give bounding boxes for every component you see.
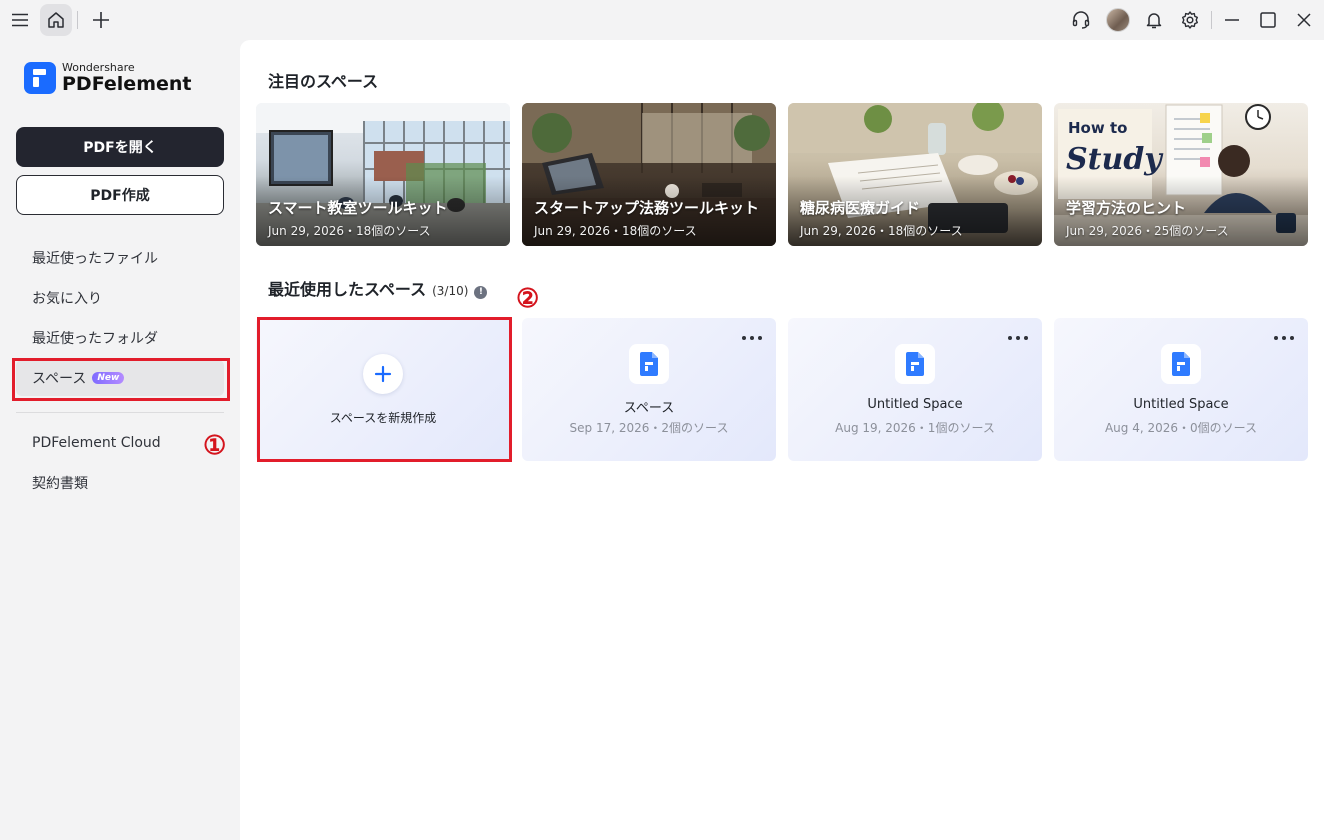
app-logo: Wondershare PDFelement [24, 62, 191, 94]
sidebar-item-label: PDFelement Cloud [32, 435, 161, 451]
tab-divider [77, 11, 78, 29]
featured-space-title: 糖尿病医療ガイド [800, 199, 921, 217]
recent-spaces-count: (3/10) [432, 284, 469, 298]
featured-space-meta: Jun 29, 2026・25個のソース [1066, 224, 1229, 238]
featured-space-meta: Jun 29, 2026・18個のソース [268, 224, 431, 238]
sidebar-item-label: 最近使ったフォルダ [32, 331, 158, 347]
new-tab-button[interactable] [85, 4, 117, 36]
annotation-highlight-create-space [257, 317, 512, 462]
sidebar-item-label: 契約書類 [32, 476, 88, 492]
annotation-highlight-spaces [12, 358, 230, 401]
sidebar-item-cloud[interactable]: PDFelement Cloud [16, 425, 224, 461]
logo-product: PDFelement [62, 73, 192, 95]
space-meta: Aug 19, 2026・1個のソース [835, 421, 995, 435]
create-pdf-button[interactable]: PDF作成 [16, 175, 224, 215]
featured-space-title: 学習方法のヒント [1066, 199, 1187, 217]
space-card[interactable]: Untitled Space Aug 19, 2026・1個のソース [788, 318, 1042, 461]
home-tab[interactable] [40, 4, 72, 36]
featured-space-card[interactable]: 糖尿病医療ガイド Jun 29, 2026・18個のソース [788, 103, 1042, 246]
study-poster-line1: How to [1068, 119, 1127, 137]
space-card[interactable]: スペース Sep 17, 2026・2個のソース [522, 318, 776, 461]
window-controls-divider [1211, 11, 1212, 29]
space-document-icon [1161, 344, 1201, 384]
annotation-step-2: ② [516, 284, 540, 314]
sidebar-item-favorites[interactable]: お気に入り [16, 280, 224, 316]
featured-space-card[interactable]: スタートアップ法務ツールキット Jun 29, 2026・18個のソース [522, 103, 776, 246]
home-icon [48, 12, 64, 28]
annotation-step-1: ① [203, 431, 227, 461]
menu-button[interactable] [4, 4, 36, 36]
space-document-icon [629, 344, 669, 384]
account-button[interactable] [1102, 4, 1134, 36]
sidebar-item-contracts[interactable]: 契約書類 [16, 465, 224, 501]
logo-brand: Wondershare [62, 61, 135, 74]
featured-space-meta: Jun 29, 2026・18個のソース [800, 224, 963, 238]
support-button[interactable] [1065, 4, 1097, 36]
gear-icon [1182, 11, 1198, 29]
featured-spaces-title: 注目のスペース [268, 72, 379, 91]
more-options-icon[interactable] [1274, 332, 1294, 344]
space-document-icon [895, 344, 935, 384]
avatar [1106, 8, 1130, 32]
sidebar-divider [16, 412, 224, 413]
settings-button[interactable] [1174, 4, 1206, 36]
featured-space-meta: Jun 29, 2026・18個のソース [534, 224, 697, 238]
sidebar-item-label: 最近使ったファイル [32, 251, 158, 267]
headset-icon [1072, 11, 1090, 29]
space-name: Untitled Space [1133, 397, 1229, 412]
minimize-icon [1225, 19, 1239, 21]
space-name: スペース [623, 401, 675, 416]
space-card[interactable]: Untitled Space Aug 4, 2026・0個のソース [1054, 318, 1308, 461]
sidebar-item-recent-folders[interactable]: 最近使ったフォルダ [16, 320, 224, 356]
featured-space-card[interactable]: How to Study 学習方法のヒント Jun 29, 2026・25個のソ… [1054, 103, 1308, 246]
close-icon [1297, 13, 1311, 27]
close-button[interactable] [1288, 4, 1320, 36]
menu-icon [12, 13, 28, 27]
space-meta: Sep 17, 2026・2個のソース [569, 421, 729, 435]
featured-space-title: スマート教室ツールキット [268, 199, 448, 217]
recent-spaces-label: 最近使用したスペース [268, 280, 427, 299]
sidebar-item-recent-files[interactable]: 最近使ったファイル [16, 240, 224, 276]
plus-icon [93, 12, 109, 28]
title-bar [0, 0, 1324, 40]
info-icon[interactable]: ! [474, 286, 488, 299]
open-pdf-button[interactable]: PDFを開く [16, 127, 224, 167]
maximize-icon [1260, 12, 1276, 28]
space-meta: Aug 4, 2026・0個のソース [1104, 421, 1258, 435]
more-options-icon[interactable] [1008, 332, 1028, 344]
minimize-button[interactable] [1216, 4, 1248, 36]
featured-space-title: スタートアップ法務ツールキット [534, 199, 760, 217]
sidebar-item-label: お気に入り [32, 291, 102, 307]
study-poster-line2: Study [1066, 142, 1164, 177]
recent-spaces-title: 最近使用したスペース (3/10)! [268, 276, 488, 300]
pdfelement-logo-icon [24, 62, 56, 94]
maximize-button[interactable] [1252, 4, 1284, 36]
notifications-button[interactable] [1138, 4, 1170, 36]
space-name: Untitled Space [867, 397, 963, 412]
featured-space-card[interactable]: スマート教室ツールキット Jun 29, 2026・18個のソース [256, 103, 510, 246]
bell-icon [1146, 13, 1162, 29]
more-options-icon[interactable] [742, 332, 762, 344]
